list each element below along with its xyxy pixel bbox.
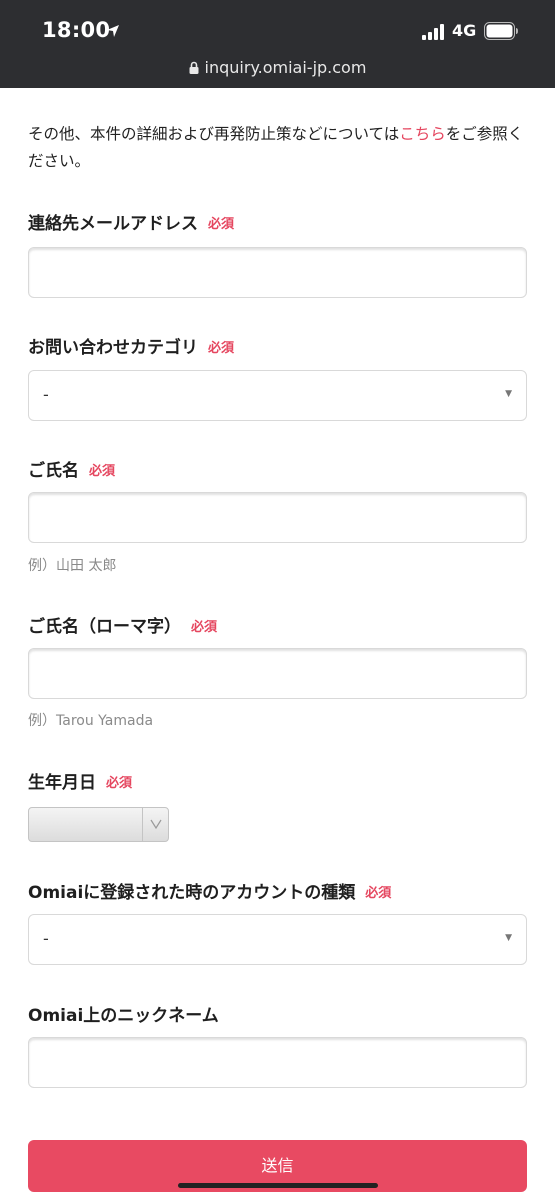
account-type-selected-value: - — [43, 929, 49, 948]
name-label: ご氏名 必須 — [28, 456, 115, 481]
email-label: 連絡先メールアドレス 必須 — [28, 209, 234, 234]
url-bar[interactable]: inquiry.omiai-jp.com — [0, 58, 555, 78]
name-roman-hint: 例）Tarou Yamada — [28, 713, 154, 729]
intro-text: その他、本件の詳細および再発防止策などについてはこちらをご参照ください。 — [28, 121, 527, 175]
name-roman-label-text: ご氏名（ローマ字） — [28, 617, 181, 637]
dropdown-arrow-icon: ▼ — [505, 389, 512, 399]
birthdate-label-text: 生年月日 — [28, 773, 96, 793]
required-badge: 必須 — [89, 464, 116, 479]
intro-text-before: その他、本件の詳細および再発防止策などについては — [28, 125, 400, 143]
battery-icon — [484, 22, 520, 44]
name-label-text: ご氏名 — [28, 461, 79, 481]
lock-icon — [189, 59, 199, 78]
home-indicator[interactable] — [178, 1183, 378, 1188]
select-divider — [142, 808, 143, 841]
nickname-label-text: Omiai上のニックネーム — [28, 1006, 219, 1026]
email-label-text: 連絡先メールアドレス — [28, 214, 198, 234]
required-badge: 必須 — [365, 886, 392, 901]
chevron-down-icon — [149, 816, 163, 836]
name-field[interactable] — [28, 492, 527, 543]
browser-header: 18:00 4G inquiry.omiai-jp.com — [0, 0, 555, 88]
account-type-label-text: Omiaiに登録された時のアカウントの種類 — [28, 883, 356, 903]
required-badge: 必須 — [208, 217, 235, 232]
nickname-field[interactable] — [28, 1037, 527, 1088]
email-field[interactable] — [28, 247, 527, 298]
nickname-label: Omiai上のニックネーム — [28, 1001, 219, 1026]
network-type: 4G — [452, 21, 477, 40]
status-time: 18:00 — [42, 18, 111, 42]
category-selected-value: - — [43, 385, 49, 404]
category-label-text: お問い合わせカテゴリ — [28, 338, 198, 358]
name-roman-field[interactable] — [28, 648, 527, 699]
category-select[interactable]: - ▼ — [28, 370, 527, 421]
url-text: inquiry.omiai-jp.com — [204, 58, 367, 77]
signal-icon — [422, 24, 448, 44]
account-type-select[interactable]: - ▼ — [28, 914, 527, 965]
required-badge: 必須 — [191, 620, 218, 635]
category-label: お問い合わせカテゴリ 必須 — [28, 333, 234, 358]
account-type-label: Omiaiに登録された時のアカウントの種類 必須 — [28, 878, 391, 903]
dropdown-arrow-icon: ▼ — [505, 933, 512, 943]
details-link[interactable]: こちら — [399, 125, 446, 143]
birthdate-label: 生年月日 必須 — [28, 768, 132, 793]
required-badge: 必須 — [106, 776, 133, 791]
name-roman-label: ご氏名（ローマ字） 必須 — [28, 612, 217, 637]
location-arrow-icon — [106, 23, 120, 42]
required-badge: 必須 — [208, 341, 235, 356]
birthdate-select[interactable] — [28, 807, 169, 842]
name-hint: 例）山田 太郎 — [28, 558, 117, 574]
